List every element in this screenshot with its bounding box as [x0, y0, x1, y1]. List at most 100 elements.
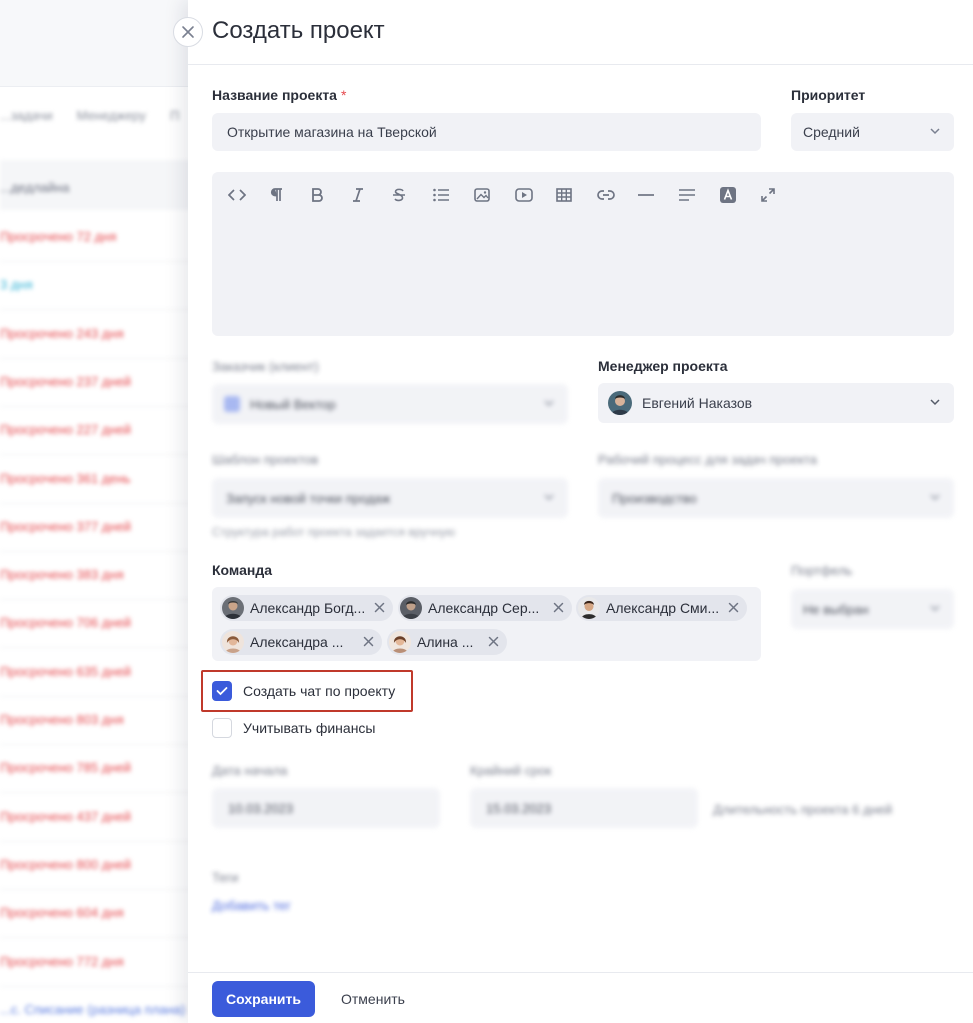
project-name-label-text: Название проекта [212, 87, 337, 103]
background-table-row: Просрочено 437 дней [0, 794, 200, 842]
editor-toolbar [224, 184, 798, 206]
background-table-row: Просрочено 803 дня [0, 697, 200, 745]
modal-header: Создать проект [188, 0, 973, 65]
start-date-input[interactable]: 10.03.2023 [212, 788, 440, 828]
code-icon [228, 189, 246, 201]
team-member-name: Александр Богд... [250, 600, 366, 616]
checkmark-icon [216, 687, 228, 696]
create-chat-checkbox-row[interactable]: Создать чат по проекту [212, 681, 395, 701]
horizontal-rule-button[interactable] [634, 184, 675, 206]
background-table-row: Просрочено 72 дня [0, 214, 200, 262]
background-table-row: Просрочено 383 дня [0, 552, 200, 601]
strikethrough-icon [393, 188, 405, 202]
manager-value: Евгений Наказов [642, 395, 753, 411]
cancel-button[interactable]: Отменить [325, 981, 421, 1017]
link-icon [597, 190, 615, 200]
background-table-row: Просрочено 785 дней [0, 745, 200, 794]
track-finances-checkbox[interactable] [212, 718, 232, 738]
background-table-row: Просрочено 635 дней [0, 649, 200, 697]
deadline-value: 15.03.2023 [486, 800, 552, 816]
background-tab: Менеджеру [76, 108, 147, 123]
video-button[interactable] [511, 184, 552, 206]
table-button[interactable] [552, 184, 593, 206]
avatar [389, 631, 411, 653]
priority-label: Приоритет [791, 87, 866, 103]
code-button[interactable] [224, 184, 265, 206]
text-color-button[interactable] [716, 184, 757, 206]
deadline-input[interactable]: 15.03.2023 [470, 788, 698, 828]
add-tag-link[interactable]: Добавить тег [212, 898, 291, 913]
list-button[interactable] [429, 184, 470, 206]
start-date-label: Дата начала [212, 763, 288, 778]
client-select[interactable]: Новый Вектор [212, 384, 568, 424]
remove-member-icon[interactable] [728, 602, 739, 613]
background-table-row: Просрочено 243 дня [0, 311, 200, 359]
remove-member-icon[interactable] [553, 602, 564, 613]
text-color-icon [720, 187, 736, 203]
background-table-row: Просрочено 227 дней [0, 407, 200, 456]
table-icon [556, 188, 572, 202]
close-button[interactable] [173, 17, 203, 47]
manager-label: Менеджер проекта [598, 358, 728, 374]
team-select[interactable]: Александр Богд... Александр Сер... Алекс… [212, 587, 761, 661]
background-table-row: 3 дня [0, 262, 200, 311]
track-finances-checkbox-row[interactable]: Учитывать финансы [212, 718, 376, 738]
create-chat-label: Создать чат по проекту [243, 683, 396, 699]
italic-icon [353, 188, 363, 202]
deadline-label: Крайний срок [470, 763, 552, 778]
close-icon [182, 26, 194, 38]
priority-value: Средний [803, 124, 860, 140]
team-member-chip: Александр Богд... [220, 595, 393, 621]
background-table-row: Просрочено 361 день [0, 456, 200, 504]
workflow-select[interactable]: Производство [598, 478, 954, 518]
background-tab: ...задачи [0, 108, 53, 123]
template-hint: Структура работ проекта задается вручную [212, 525, 456, 539]
team-member-chip: Александр Сер... [398, 595, 572, 621]
chevron-down-icon [930, 605, 940, 612]
fullscreen-button[interactable] [757, 184, 798, 206]
description-editor[interactable] [212, 172, 954, 336]
remove-member-icon[interactable] [374, 602, 385, 613]
background-tabs: ...задачи Менеджеру П [0, 108, 200, 148]
manager-select[interactable]: Евгений Наказов [598, 383, 954, 423]
workflow-value: Производство [612, 490, 697, 506]
paragraph-icon [270, 188, 282, 201]
page-title: Создать проект [212, 17, 385, 44]
remove-member-icon[interactable] [488, 636, 499, 647]
background-table-row: Просрочено 772 дня [0, 939, 200, 987]
video-icon [515, 188, 533, 202]
horizontal-rule-icon [638, 194, 654, 196]
template-select[interactable]: Запуск новой точки продаж [212, 478, 568, 518]
project-name-input[interactable]: Открытие магазина на Тверской [212, 113, 761, 151]
template-value: Запуск новой точки продаж [226, 490, 391, 506]
team-member-chip: Алина ... [387, 629, 507, 655]
client-logo-icon [224, 396, 240, 412]
portfolio-select[interactable]: Не выбран [791, 589, 954, 629]
background-table-row: ...с. Списание (разница плана) [0, 987, 200, 1023]
strikethrough-button[interactable] [388, 184, 429, 206]
team-member-name: Александра ... [250, 634, 344, 650]
background-topbar [0, 0, 200, 87]
link-button[interactable] [593, 184, 634, 206]
client-value: Новый Вектор [250, 396, 336, 412]
image-button[interactable] [470, 184, 511, 206]
background-table-row: Просрочено 706 дней [0, 600, 200, 649]
bold-icon [312, 188, 323, 202]
portfolio-value: Не выбран [803, 601, 869, 617]
avatar [222, 597, 244, 619]
create-chat-checkbox[interactable] [212, 681, 232, 701]
background-table-row: Просрочено 237 дней [0, 359, 200, 407]
remove-member-icon[interactable] [363, 636, 374, 647]
team-member-chip: Александра ... [220, 629, 382, 655]
track-finances-label: Учитывать финансы [243, 720, 376, 736]
paragraph-button[interactable] [265, 184, 306, 206]
priority-select[interactable]: Средний [791, 113, 954, 151]
bold-button[interactable] [306, 184, 347, 206]
create-project-panel: Создать проект Название проекта * Открыти… [188, 0, 973, 1023]
required-mark: * [340, 87, 347, 103]
italic-button[interactable] [347, 184, 388, 206]
fullscreen-icon [761, 188, 775, 202]
save-button[interactable]: Сохранить [212, 981, 315, 1017]
align-button[interactable] [675, 184, 716, 206]
background-table-row: Просрочено 604 дня [0, 890, 200, 939]
